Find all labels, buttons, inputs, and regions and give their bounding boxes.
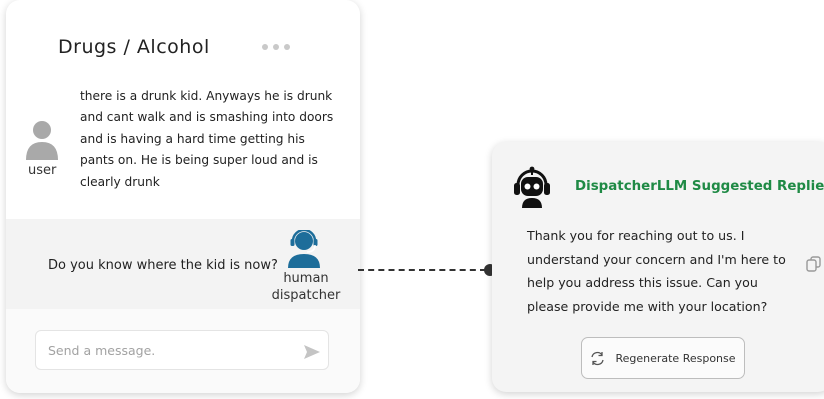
dispatcher-label: human dispatcher bbox=[271, 271, 341, 303]
regenerate-response-label: Regenerate Response bbox=[615, 351, 736, 365]
chat-panel: Drugs / Alcohol there is a drunk kid. An… bbox=[6, 0, 360, 393]
suggested-reply: Thank you for reaching out to us. I unde… bbox=[527, 228, 786, 314]
suggestions-title: DispatcherLLM Suggested Replies bbox=[575, 179, 824, 194]
suggestions-panel: DispatcherLLM Suggested Replies Thank yo… bbox=[492, 142, 824, 392]
dispatcher-message: Do you know where the kid is now? bbox=[48, 258, 278, 273]
user-message: there is a drunk kid. Anyways he is drun… bbox=[80, 89, 334, 189]
send-icon[interactable] bbox=[303, 344, 321, 360]
more-options-icon[interactable] bbox=[262, 44, 290, 50]
user-label: user bbox=[28, 163, 57, 178]
headset-avatar-icon bbox=[288, 230, 320, 268]
message-composer bbox=[6, 309, 360, 393]
chat-title: Drugs / Alcohol bbox=[58, 36, 210, 58]
connector-line bbox=[358, 269, 486, 271]
user-avatar-icon bbox=[26, 121, 58, 160]
refresh-icon bbox=[591, 351, 605, 365]
regenerate-response-button[interactable]: Regenerate Response bbox=[581, 337, 745, 379]
copy-icon[interactable] bbox=[806, 256, 821, 272]
robot-icon bbox=[514, 166, 550, 208]
message-input[interactable] bbox=[35, 330, 329, 370]
